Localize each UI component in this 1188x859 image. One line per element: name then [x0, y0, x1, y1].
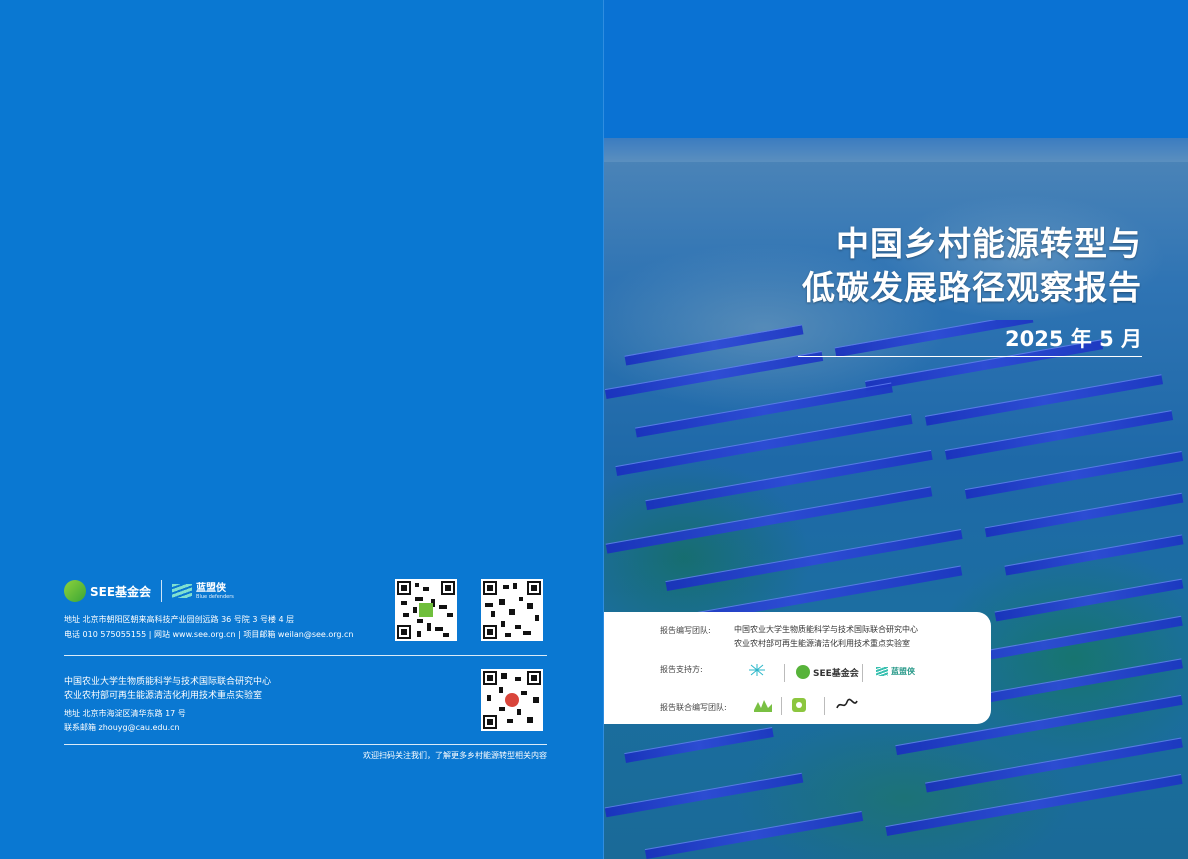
support-logo-lanb-text: 蓝盟侠 — [891, 667, 915, 676]
cau-name-2: 农业农村部可再生能源清洁化利用技术重点实验室 — [64, 691, 263, 701]
title-rule — [798, 356, 1142, 357]
see-logo-text: SEE基金会 — [90, 584, 152, 599]
logo-divider — [862, 664, 863, 682]
back-cover: SEE基金会 蓝盟侠 Blue defenders 地址 北京市朝阳区朝来高科技… — [0, 0, 604, 859]
compile-team-label: 报告编写团队: — [660, 626, 711, 635]
joint-logo-2 — [790, 696, 810, 716]
see-logo-icon — [796, 665, 810, 679]
support-logo-see-text: SEE基金会 — [813, 668, 859, 679]
see-contact: 电话 010 575055155 | 网站 www.see.org.cn | 项… — [64, 630, 354, 639]
divider — [64, 655, 547, 656]
lanb-logo-text: 蓝盟侠 — [196, 582, 227, 594]
lanb-logo: 蓝盟侠 Blue defenders — [172, 583, 234, 600]
logo-divider — [161, 580, 163, 602]
support-logo-see: SEE基金会 — [796, 665, 859, 679]
see-logo-icon — [64, 580, 86, 602]
logo-divider — [824, 697, 825, 715]
see-logo: SEE基金会 — [64, 580, 151, 602]
qr-code-icon — [481, 579, 543, 641]
back-logos: SEE基金会 蓝盟侠 Blue defenders — [64, 580, 234, 602]
compile-org-2: 农业农村部可再生能源清洁化利用技术重点实验室 — [734, 639, 910, 648]
report-title-line-1: 中国乡村能源转型与 — [836, 224, 1142, 263]
front-cover: 中国乡村能源转型与 低碳发展路径观察报告 2025 年 5 月 报告编写团队: … — [604, 0, 1188, 859]
see-address: 地址 北京市朝阳区朝来高科技产业园创远路 36 号院 3 号楼 4 层 — [64, 615, 295, 624]
joint-logo-3 — [834, 696, 860, 714]
credits-card: 报告编写团队: 中国农业大学生物质能科学与技术国际联合研究中心 农业农村部可再生… — [604, 612, 991, 724]
support-logo-sun — [744, 662, 770, 680]
lanb-logo-icon — [172, 584, 193, 598]
lanb-logo-subtext: Blue defenders — [196, 593, 234, 600]
logo-divider — [781, 697, 782, 715]
logo-divider — [784, 664, 785, 682]
solar-panel-field — [604, 320, 1188, 859]
qr-code-icon — [481, 669, 543, 731]
cau-email: 联系邮箱 zhouyg@cau.edu.cn — [64, 723, 180, 732]
horizon — [604, 138, 1188, 162]
support-logo-lanb: 蓝盟侠 — [876, 666, 915, 677]
qr-code-icon — [395, 579, 457, 641]
divider — [64, 744, 547, 745]
report-title-block: 中国乡村能源转型与 低碳发展路径观察报告 2025 年 5 月 — [802, 222, 1142, 354]
lanb-logo-icon — [876, 667, 888, 676]
cau-address: 地址 北京市海淀区清华东路 17 号 — [64, 709, 186, 718]
support-label: 报告支持方: — [660, 665, 703, 674]
cau-name-1: 中国农业大学生物质能科学与技术国际联合研究中心 — [64, 677, 272, 687]
welcome-text: 欢迎扫码关注我们，了解更多乡村能源转型相关内容 — [363, 751, 547, 760]
report-date: 2025 年 5 月 — [1005, 327, 1142, 351]
report-title-line-2: 低碳发展路径观察报告 — [802, 268, 1142, 307]
sky — [604, 0, 1188, 140]
joint-logo-1 — [752, 696, 774, 716]
compile-org-1: 中国农业大学生物质能科学与技术国际联合研究中心 — [734, 625, 918, 634]
joint-team-label: 报告联合编写团队: — [660, 703, 727, 712]
